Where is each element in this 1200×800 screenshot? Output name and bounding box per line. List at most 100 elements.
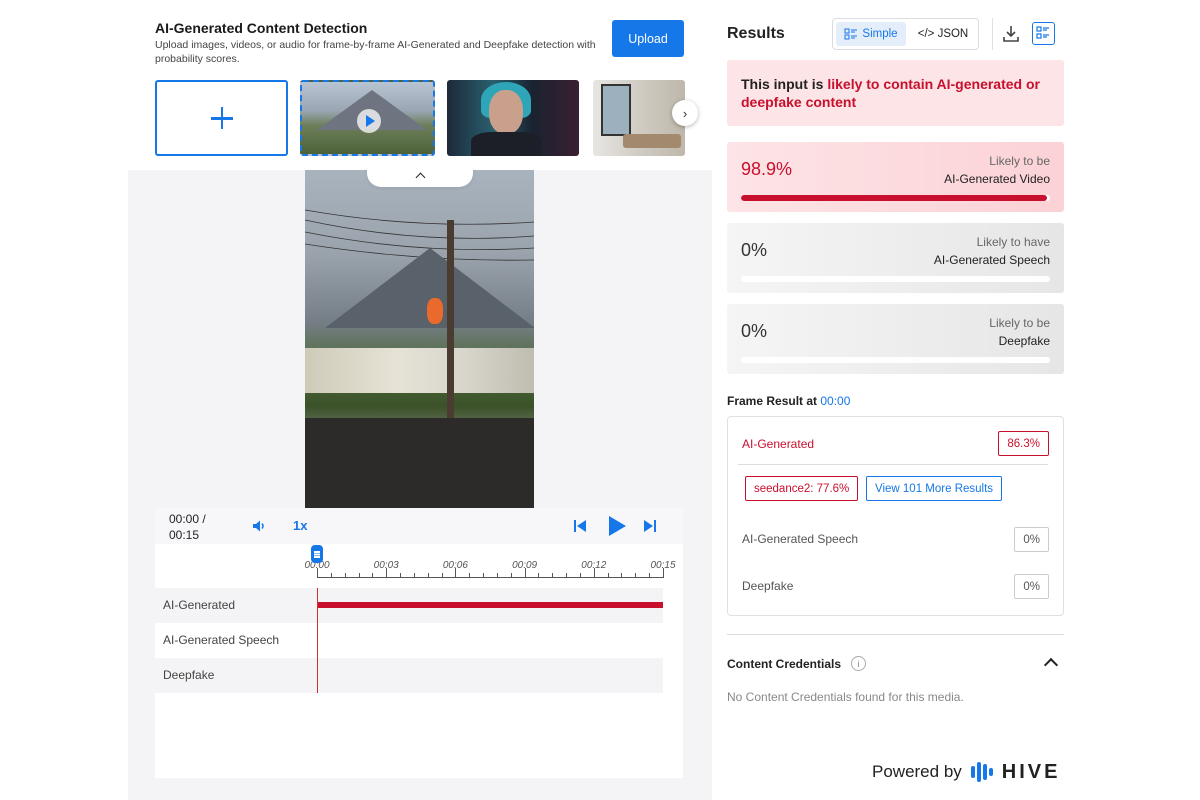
results-title: Results xyxy=(727,25,785,42)
hive-brand: HIVE xyxy=(1001,760,1061,783)
score-card-ai-speech: 0% Likely to have AI-Generated Speech xyxy=(727,223,1064,293)
video-frame-image xyxy=(305,348,534,393)
upload-header: AI-Generated Content Detection Upload im… xyxy=(128,0,712,170)
layout-toggle-icon[interactable] xyxy=(1032,22,1055,45)
track-label: AI-Generated Speech xyxy=(163,633,280,647)
credentials-message: No Content Credentials found for this me… xyxy=(727,690,964,704)
video-frame-image xyxy=(427,298,443,324)
frame-speech-label: AI-Generated Speech xyxy=(742,532,859,546)
volume-icon[interactable] xyxy=(251,518,267,534)
score-card-deepfake: 0% Likely to be Deepfake xyxy=(727,304,1064,374)
track-row-deepfake: Deepfake xyxy=(155,658,663,693)
skip-next-icon[interactable] xyxy=(643,519,657,533)
timeline-ruler[interactable]: 00:00 00:03 00:06 00:09 00:12 00:15 xyxy=(304,548,676,588)
score-category: Deepfake xyxy=(998,334,1050,348)
toolbar-divider xyxy=(992,18,993,50)
ruler-tick xyxy=(538,573,540,578)
timeline-scrub-handle[interactable] xyxy=(311,545,323,563)
results-panel: Results Simple </> JSON This input is li… xyxy=(712,0,1200,800)
ruler-tick xyxy=(358,573,360,578)
ruler-tick xyxy=(427,573,429,578)
track-label: Deepfake xyxy=(163,668,215,682)
ruler-tick xyxy=(649,573,651,578)
frame-deepfake-label: Deepfake xyxy=(742,579,794,593)
media-thumbnail-portrait[interactable] xyxy=(447,80,579,156)
frame-result-prefix: Frame Result at xyxy=(727,394,821,408)
page-title: AI-Generated Content Detection xyxy=(155,20,368,36)
thumbnail-image xyxy=(601,84,631,136)
track-label: AI-Generated xyxy=(163,598,236,612)
view-toggle: Simple </> JSON xyxy=(832,18,979,50)
ruler-tick xyxy=(510,573,512,578)
frame-result-box: AI-Generated 86.3% seedance2: 77.6% View… xyxy=(727,416,1064,616)
score-progress-track xyxy=(741,195,1050,201)
model-score-tag[interactable]: seedance2: 77.6% xyxy=(745,476,859,501)
play-overlay-icon xyxy=(357,109,381,133)
view-json-button[interactable]: </> JSON xyxy=(911,22,975,46)
playback-speed-button[interactable]: 1x xyxy=(293,518,307,533)
ruler-tick-label: 00:09 xyxy=(512,560,538,571)
play-icon[interactable] xyxy=(607,515,627,537)
powered-by-footer: Powered by HIVE xyxy=(872,760,1060,784)
media-thumbnail-strip xyxy=(155,80,685,156)
thumbnail-image xyxy=(471,132,541,156)
view-simple-button[interactable]: Simple xyxy=(836,22,906,46)
info-icon[interactable]: i xyxy=(851,656,866,671)
ruler-tick xyxy=(344,573,346,578)
ruler-tick-label: 00:15 xyxy=(650,560,676,571)
score-caption: Likely to be xyxy=(989,154,1050,168)
score-progress-fill xyxy=(741,195,1047,201)
plus-icon xyxy=(210,107,233,129)
ruler-tick xyxy=(635,573,637,578)
verdict-prefix: This input is xyxy=(741,76,828,92)
video-frame-image xyxy=(447,220,454,420)
score-percent: 98.9% xyxy=(741,159,793,179)
timeline-player: 00:00 / 00:15 1x 00:00 00:03 00:06 00:09… xyxy=(155,508,683,778)
ruler-tick xyxy=(566,573,568,578)
player-controls: 00:00 / 00:15 1x xyxy=(155,508,683,544)
media-thumbnail-volcano-selected[interactable] xyxy=(300,80,435,156)
video-frame-image xyxy=(305,418,534,508)
media-thumbnail-interior[interactable] xyxy=(593,80,685,156)
verdict-banner: This input is likely to contain AI-gener… xyxy=(727,60,1064,126)
frame-result-time: 00:00 xyxy=(820,394,851,408)
frame-speech-value: 0% xyxy=(1014,527,1049,552)
skip-previous-icon[interactable] xyxy=(573,519,587,533)
add-media-button[interactable] xyxy=(155,80,288,156)
chevron-up-icon[interactable] xyxy=(1043,657,1059,673)
media-panel: AI-Generated Content Detection Upload im… xyxy=(128,0,712,800)
ruler-tick xyxy=(372,573,374,578)
ruler-tick xyxy=(400,573,402,578)
frame-ai-value: 86.3% xyxy=(998,431,1049,456)
ruler-baseline xyxy=(317,577,663,578)
track-detection-bar[interactable] xyxy=(317,602,663,608)
upload-button[interactable]: Upload xyxy=(612,20,684,57)
thumbnail-image xyxy=(623,134,681,148)
ruler-tick xyxy=(496,573,498,578)
video-preview[interactable] xyxy=(305,170,534,508)
ruler-tick-label: 00:12 xyxy=(581,560,607,571)
ruler-tick-label: 00:06 xyxy=(442,560,468,571)
track-row-ai-generated: AI-Generated xyxy=(155,588,663,623)
ruler-tick xyxy=(441,573,443,578)
ruler-tick xyxy=(579,573,581,578)
frame-result-heading: Frame Result at 00:00 xyxy=(727,394,850,408)
ruler-tick-label: 00:03 xyxy=(373,560,399,571)
score-progress-track xyxy=(741,357,1050,363)
timeline-playhead xyxy=(317,588,319,693)
list-icon xyxy=(844,28,858,40)
ruler-tick xyxy=(621,573,623,578)
app-root: AI-Generated Content Detection Upload im… xyxy=(0,0,1200,800)
collapse-thumbnails-button[interactable] xyxy=(367,163,473,187)
page-subtitle: Upload images, videos, or audio for fram… xyxy=(155,39,596,65)
score-percent: 0% xyxy=(741,321,768,341)
hive-logo-icon xyxy=(970,762,993,782)
download-icon[interactable] xyxy=(1002,24,1020,44)
thumbnail-next-button[interactable]: › xyxy=(672,100,698,126)
score-percent: 0% xyxy=(741,240,768,260)
credentials-title: Content Credentials xyxy=(727,657,842,671)
powered-by-text: Powered by xyxy=(872,762,962,781)
score-card-ai-video: 98.9% Likely to be AI-Generated Video xyxy=(727,142,1064,212)
view-more-results-button[interactable]: View 101 More Results xyxy=(866,476,1003,501)
credentials-divider xyxy=(727,634,1064,635)
